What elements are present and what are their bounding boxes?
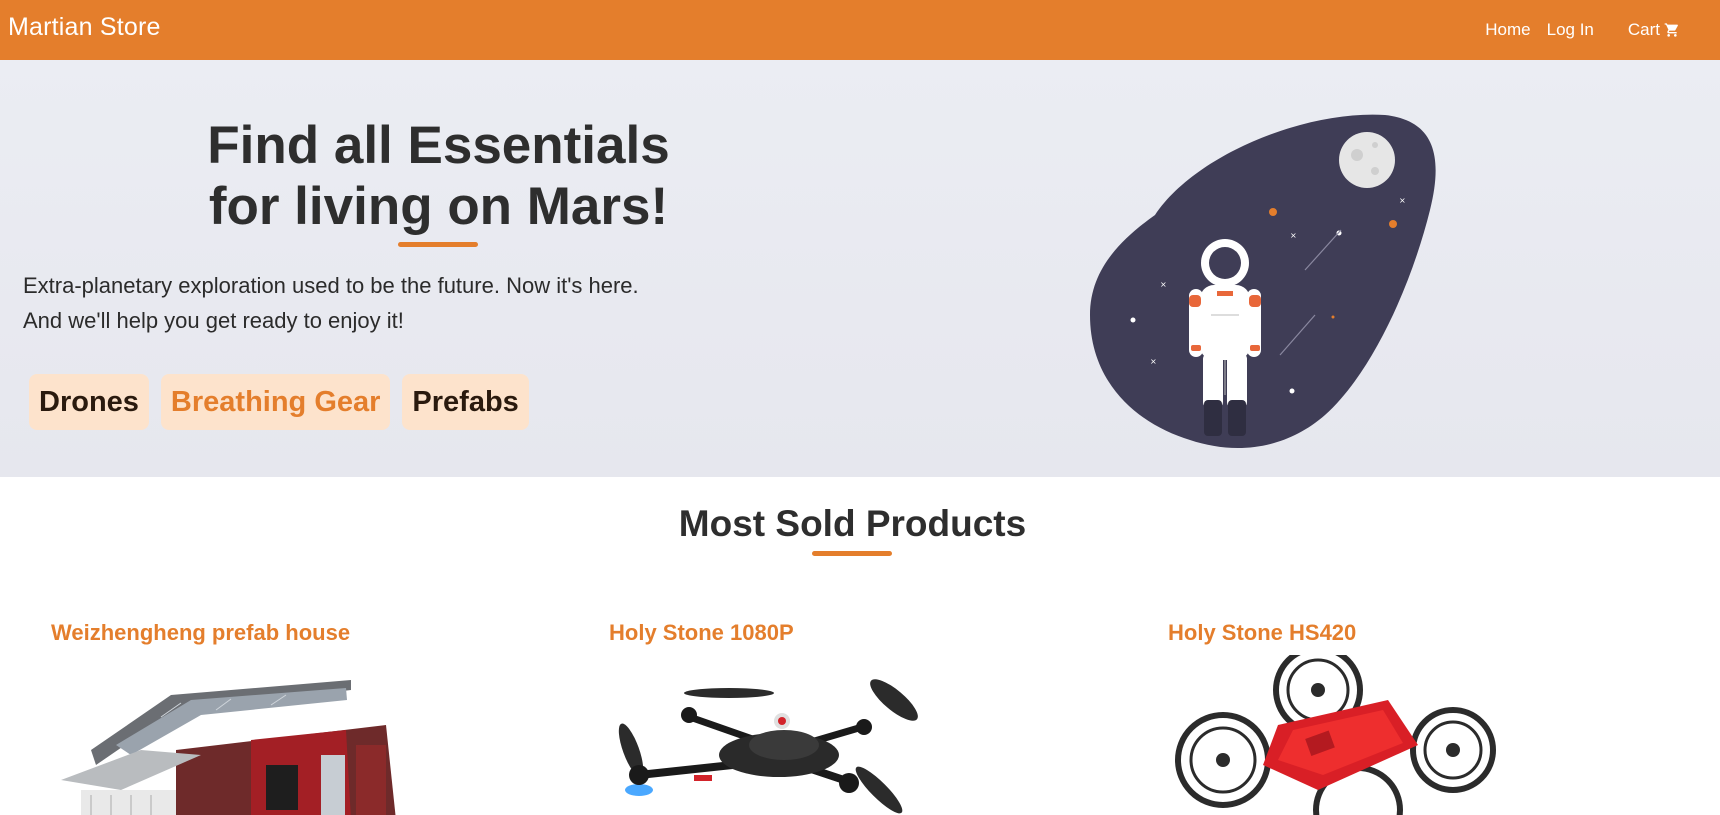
nav-links: Home Log In Cart <box>1485 0 1680 60</box>
svg-text:×: × <box>1150 357 1157 366</box>
category-breathing-gear-button[interactable]: Breathing Gear <box>160 374 391 430</box>
hero-banner: Find all Essentials for living on Mars! … <box>0 60 1720 477</box>
nav-cart-link[interactable]: Cart <box>1628 20 1680 40</box>
product-name[interactable]: Holy Stone 1080P <box>609 620 1029 646</box>
category-buttons: Drones Breathing Gear Prefabs <box>29 374 529 430</box>
nav-home-link[interactable]: Home <box>1485 20 1530 40</box>
hero-subtitle-line-2: And we'll help you get ready to enjoy it… <box>23 308 404 333</box>
brand-logo[interactable]: Martian Store <box>8 13 161 42</box>
product-name[interactable]: Weizhengheng prefab house <box>51 620 471 646</box>
hero-title-line-2: for living on Mars! <box>208 177 669 236</box>
product-card[interactable]: Holy Stone HS420 <box>1168 620 1588 815</box>
svg-text:×: × <box>1399 196 1406 205</box>
red-mini-drone-image[interactable] <box>1168 655 1568 815</box>
cart-label: Cart <box>1627 20 1660 39</box>
prefab-house-image[interactable] <box>51 655 451 815</box>
hero-title-line-1: Find all Essentials <box>207 116 670 175</box>
product-card[interactable]: Holy Stone 1080P <box>609 620 1029 815</box>
hero-title-underline <box>398 242 478 247</box>
svg-text:×: × <box>1290 231 1297 240</box>
section-title-underline <box>812 551 892 556</box>
hero-title: Find all Essentials for living on Mars! <box>120 115 757 237</box>
nav-login-link[interactable]: Log In <box>1547 20 1594 40</box>
hero-subtitle-line-1: Extra-planetary exploration used to be t… <box>23 273 639 298</box>
section-title: Most Sold Products <box>678 503 1027 544</box>
black-drone-image[interactable] <box>609 655 1009 815</box>
svg-text:×: × <box>1160 280 1167 289</box>
category-drones-button[interactable]: Drones <box>29 374 149 430</box>
shopping-cart-icon <box>1664 23 1678 37</box>
top-navbar: Martian Store Home Log In Cart <box>0 0 1720 60</box>
category-prefabs-button[interactable]: Prefabs <box>402 374 529 430</box>
product-name[interactable]: Holy Stone HS420 <box>1168 620 1588 646</box>
product-card[interactable]: Weizhengheng prefab house <box>51 620 471 815</box>
astronaut-in-space-illustration: × × × × <box>1090 114 1436 448</box>
hero-subtitle: Extra-planetary exploration used to be t… <box>23 268 783 338</box>
